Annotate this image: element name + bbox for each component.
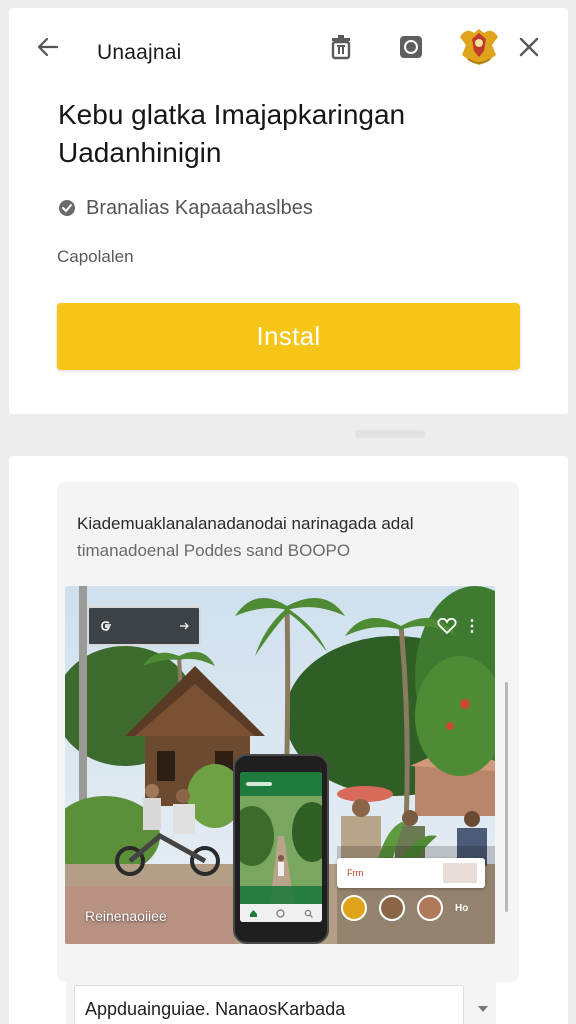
dropdown-caret[interactable] [476,1003,490,1015]
trash-icon [331,35,351,60]
favorite-button[interactable] [435,614,459,638]
arrow-right-icon [180,622,189,630]
overlay-text: Frrn [347,868,364,878]
phone-app-header [240,772,322,796]
home-icon [250,909,258,917]
topbar: Unaajnai [9,8,568,88]
shield-button[interactable] [396,32,426,62]
overlay-thumbnail [443,863,477,883]
divider [355,430,425,438]
close-icon [519,37,539,57]
app-logo-icon [246,782,272,786]
app-description: Kiademuaklanalanadanodai narinagada adal… [77,510,507,564]
install-button[interactable]: Instal [57,303,520,370]
phone-nav-bar [240,904,322,922]
back-button[interactable] [33,32,63,62]
language-select-container: Appduainguiae. NanaosKarbada [66,973,496,1024]
topbar-title: Unaajnai [97,41,182,64]
more-options-icon[interactable]: ⋮ [464,614,480,638]
shield-icon [400,36,422,58]
avatar[interactable] [379,895,405,921]
photo-caption: Reinenaoiiee [85,908,167,924]
avatar[interactable] [417,895,443,921]
search-icon [304,909,313,918]
heart-icon [437,617,457,635]
description-line-2: timanadoenal Poddes sand BOOPO [77,541,351,560]
language-select[interactable]: Appduainguiae. NanaosKarbada [74,985,464,1024]
app-page: Unaajnai Kebu glatka Imajapkaringan Uada… [0,0,576,1024]
app-title: Kebu glatka Imajapkaringan Uadanhinigin [58,99,406,168]
trash-button[interactable] [326,32,356,62]
avatar[interactable] [341,895,367,921]
google-icon [101,621,111,631]
screenshot-panel: Kiademuaklanalanadanodai narinagada adal… [57,482,519,982]
arrow-left-icon [37,37,59,57]
app-header-card: Unaajnai Kebu glatka Imajapkaringan Uada… [9,8,568,414]
avatar-row: Ho [337,891,495,925]
scrollbar[interactable] [505,682,508,912]
verified-icon [59,200,75,216]
emblem-button[interactable] [455,22,503,70]
app-screenshot[interactable]: ⋮ Frrn Ho Reinenaoiiee [65,586,495,944]
close-button[interactable] [514,32,544,62]
publisher-name: Branalias Kapaaahaslbes [86,196,313,219]
description-line-1: Kiademuaklanalanadanodai narinagada adal [77,514,414,533]
phone-screen [240,772,322,922]
avatar-row-label: Ho [455,902,469,914]
emblem-icon [460,29,498,65]
details-card: Kiademuaklanalanadanodai narinagada adal… [9,456,568,1024]
phone-street-image [240,796,322,904]
app-category: Capolalen [57,247,134,266]
circle-icon [276,908,286,918]
phone-mockup [233,754,329,944]
chevron-down-icon [478,1006,488,1012]
publisher-row[interactable]: Branalias Kapaaahaslbes [58,196,313,220]
street-sign [87,606,201,646]
overlay-card[interactable]: Frrn [337,858,485,888]
